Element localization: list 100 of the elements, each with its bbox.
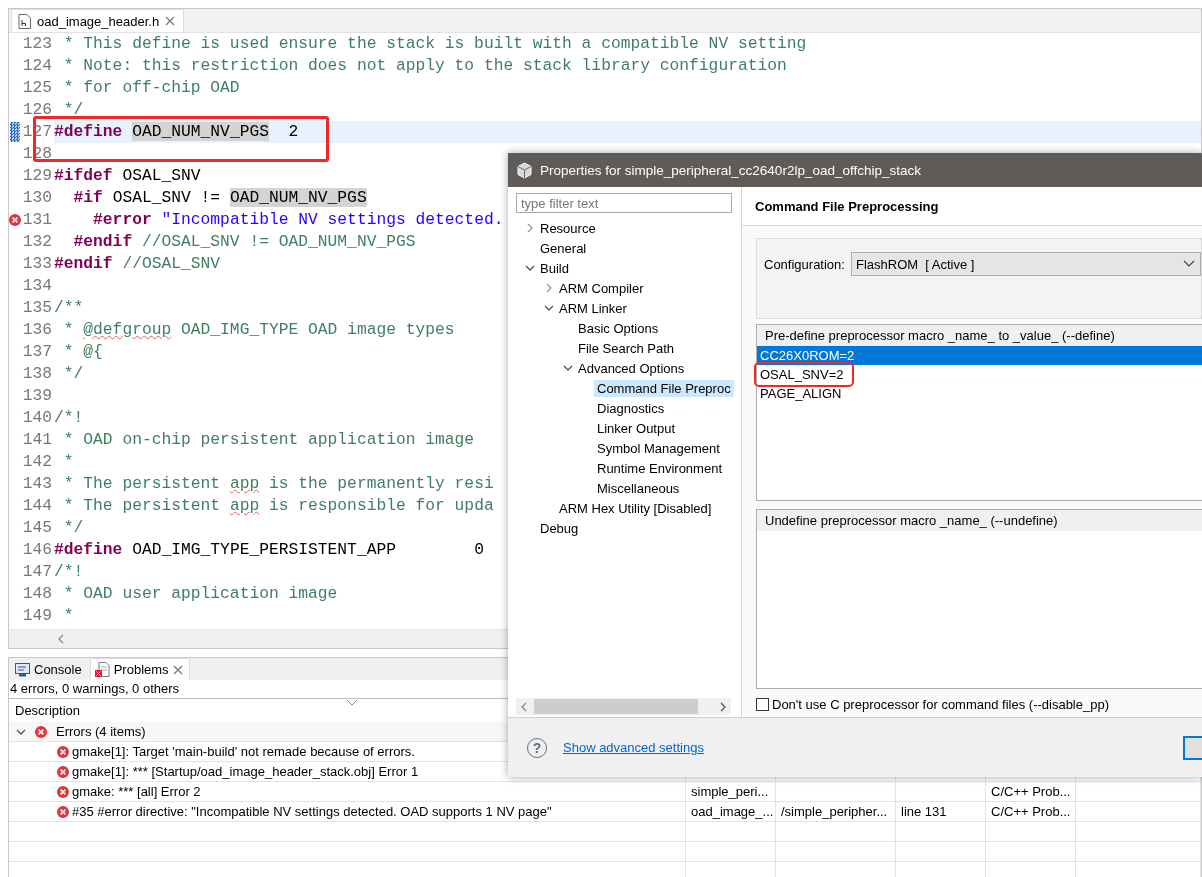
code-line: * @{ bbox=[62, 341, 103, 363]
scroll-left-icon[interactable] bbox=[520, 701, 528, 712]
table-cell: C/C++ Prob... bbox=[986, 802, 1076, 822]
filter-field[interactable]: type filter text bbox=[516, 193, 732, 213]
cube-icon bbox=[516, 161, 533, 179]
tree-item[interactable]: ARM Compiler bbox=[556, 279, 647, 297]
line-number: 133 bbox=[21, 253, 53, 275]
line-number: 145 bbox=[21, 517, 53, 539]
field-label: Configuration: bbox=[764, 256, 845, 274]
tree-item[interactable]: General bbox=[537, 239, 590, 257]
scrollbar-thumb[interactable] bbox=[534, 699, 698, 714]
code-line: /** bbox=[54, 297, 84, 319]
error-icon bbox=[57, 745, 69, 758]
code-line: #define OAD_IMG_TYPE_PERSISTENT_APP 0 bbox=[54, 539, 484, 561]
checkbox-label[interactable]: Don't use C preprocessor for command files (--disable_pp) bbox=[772, 696, 1109, 712]
code-line: */ bbox=[62, 99, 84, 121]
tree-item[interactable]: Advanced Options bbox=[575, 359, 688, 377]
table-cell: simple_peri... bbox=[686, 782, 776, 802]
code-line: #endif //OSAL_SNV bbox=[54, 253, 221, 275]
code-line: * The persistent app is responsible for upda bbox=[62, 495, 494, 517]
checkbox[interactable] bbox=[756, 697, 769, 711]
line-number: 136 bbox=[21, 319, 53, 341]
problem-description: gmake: *** [all] Error 2 bbox=[72, 784, 201, 799]
line-number: 132 bbox=[21, 231, 53, 253]
line-number: 129 bbox=[21, 165, 53, 187]
dialog-title-bar: Properties for simple_peripheral_cc2640r2lp_oad_offchip_stack bbox=[508, 153, 1202, 187]
close-icon[interactable] bbox=[165, 16, 176, 26]
line-number: 146 bbox=[21, 539, 53, 561]
editor-tab[interactable]: oad_image_header.h bbox=[11, 9, 185, 32]
line-number: 130 bbox=[21, 187, 53, 209]
sort-icon[interactable] bbox=[346, 699, 358, 706]
line-number: 123 bbox=[21, 33, 53, 55]
header-file-icon bbox=[18, 13, 31, 29]
tree-item[interactable]: ARM Linker bbox=[556, 299, 630, 317]
line-number: 148 bbox=[21, 583, 53, 605]
caret-icon[interactable] bbox=[544, 303, 554, 313]
code-line: */ bbox=[62, 363, 84, 385]
line-number: 125 bbox=[21, 77, 53, 99]
line-number: 143 bbox=[21, 473, 53, 495]
line-number: 142 bbox=[21, 451, 53, 473]
table-cell: oad_image_... bbox=[686, 802, 776, 822]
code-line: #error "Incompatible NV settings detected. bbox=[92, 209, 504, 231]
caret-icon[interactable] bbox=[525, 263, 535, 273]
error-icon bbox=[35, 725, 47, 738]
tree-item[interactable]: File Search Path bbox=[575, 339, 678, 357]
page-heading: Command File Preprocessing bbox=[755, 198, 939, 214]
code-line: * This define is used ensure the stack is built with a compatible NV setting bbox=[62, 33, 807, 55]
code-line: #ifdef OSAL_SNV bbox=[54, 165, 201, 187]
line-number: 149 bbox=[21, 605, 53, 627]
tree-group-label[interactable]: Errors (4 items) bbox=[56, 724, 146, 739]
problem-description: #35 #error directive: "Incompatible NV settings detected. OAD supports 1 NV page" bbox=[72, 804, 552, 819]
tree-item[interactable]: Miscellaneous bbox=[594, 479, 683, 497]
tree-item[interactable]: Resource bbox=[537, 219, 599, 237]
list-header: Undefine preprocessor macro _name_ (--undefine) bbox=[765, 513, 1058, 528]
line-number: 144 bbox=[21, 495, 53, 517]
list-item[interactable]: PAGE_ALIGN bbox=[757, 384, 842, 403]
error-icon bbox=[57, 805, 69, 818]
problem-description: gmake[1]: Target 'main-build' not remade because of errors. bbox=[72, 744, 415, 759]
problem-description: gmake[1]: *** [Startup/oad_image_header_stack.obj] Error 1 bbox=[72, 764, 419, 779]
code-line: * for off-chip OAD bbox=[62, 77, 240, 99]
tree-item[interactable]: Build bbox=[537, 259, 572, 277]
table-cell: /simple_peripher... bbox=[776, 802, 896, 822]
problems-summary: 4 errors, 0 warnings, 0 others bbox=[10, 681, 180, 696]
tree-item[interactable]: ARM Hex Utility [Disabled] bbox=[556, 499, 715, 517]
code-line: */ bbox=[62, 517, 84, 539]
horizontal-scrollbar[interactable] bbox=[516, 698, 731, 715]
scroll-right-icon[interactable] bbox=[719, 701, 727, 712]
code-line: /*! bbox=[54, 407, 84, 429]
view-tab[interactable]: Problems bbox=[89, 658, 190, 680]
caret-icon[interactable] bbox=[563, 363, 573, 373]
tree-item[interactable]: Command File Preproc bbox=[594, 379, 734, 397]
error-icon bbox=[57, 785, 69, 798]
tree-item[interactable]: Symbol Management bbox=[594, 439, 723, 457]
line-number: 139 bbox=[21, 385, 53, 407]
close-icon[interactable] bbox=[172, 664, 183, 675]
table-cell: C/C++ Prob... bbox=[986, 782, 1076, 802]
tree-item[interactable]: Runtime Environment bbox=[594, 459, 725, 477]
column-header[interactable]: Description bbox=[15, 703, 81, 718]
advanced-settings-link[interactable]: Show advanced settings bbox=[563, 740, 704, 755]
list-item[interactable]: CC26X0ROM=2 bbox=[757, 346, 1202, 365]
scroll-left-icon[interactable] bbox=[57, 634, 65, 644]
line-number: 124 bbox=[21, 55, 53, 77]
tree-item[interactable]: Diagnostics bbox=[594, 399, 668, 417]
code-line: #if OSAL_SNV != OAD_NUM_NV_PGS bbox=[72, 187, 367, 209]
code-line: * The persistent app is the permanently resi bbox=[62, 473, 494, 495]
line-number: 126 bbox=[21, 99, 53, 121]
code-line: * bbox=[62, 605, 74, 627]
code-line: /*! bbox=[54, 561, 84, 583]
chevron-down-icon bbox=[1183, 260, 1195, 268]
tree-item[interactable]: Debug bbox=[537, 519, 582, 537]
line-number: 147 bbox=[21, 561, 53, 583]
document-error-icon bbox=[94, 662, 110, 677]
tree-item[interactable]: Basic Options bbox=[575, 319, 662, 337]
configuration-dropdown[interactable]: FlashROM [ Active ] bbox=[850, 252, 1201, 276]
code-line: * @defgroup OAD_IMG_TYPE OAD image types bbox=[62, 319, 455, 341]
code-line: * OAD on-chip persistent application image bbox=[62, 429, 475, 451]
list-item[interactable]: OSAL_SNV=2 bbox=[757, 365, 852, 384]
code-line: * Note: this restriction does not apply to the stack library configuration bbox=[62, 55, 787, 77]
tree-item[interactable]: Linker Output bbox=[594, 419, 679, 437]
list-header: Pre-define preprocessor macro _name_ to _value_ (--define) bbox=[765, 328, 1115, 343]
